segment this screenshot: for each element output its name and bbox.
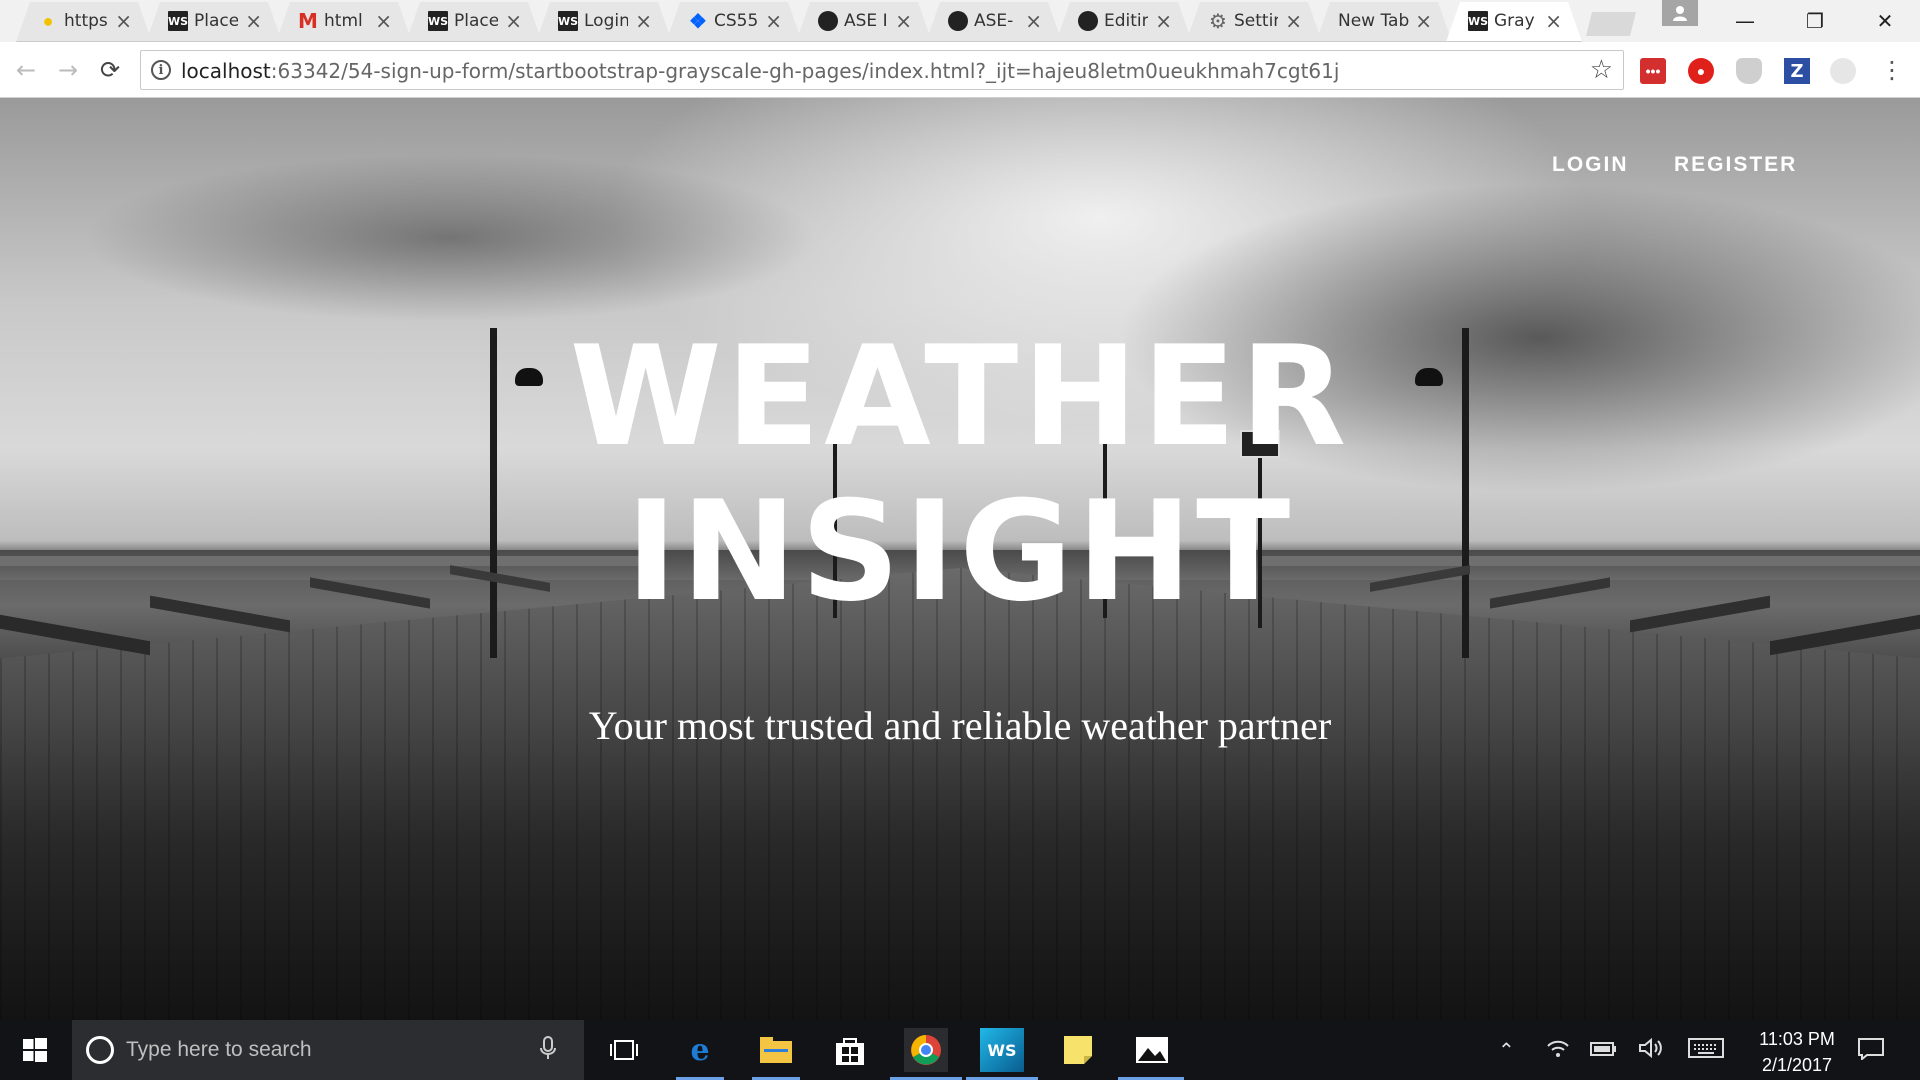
tab-title: New Tab: [1338, 11, 1410, 31]
webstorm-icon: WS: [1468, 11, 1488, 31]
github-icon: [818, 11, 838, 31]
shield-icon[interactable]: [1736, 58, 1762, 84]
tagline: Your most trusted and reliable weather p…: [588, 703, 1332, 748]
close-tab-icon[interactable]: ×: [505, 9, 522, 33]
back-icon[interactable]: ←: [10, 54, 42, 86]
browser-tab-active[interactable]: WS Gray ×: [1446, 0, 1582, 42]
tab-title: ASE I: [844, 11, 888, 31]
tab-title: Place: [194, 11, 238, 31]
browser-tab[interactable]: ❖ CS55 ×: [666, 0, 802, 42]
tab-title: CS55: [714, 11, 758, 31]
register-link[interactable]: REGISTER: [1674, 153, 1797, 177]
close-tab-icon[interactable]: ×: [765, 9, 782, 33]
action-center-icon[interactable]: [1858, 1038, 1884, 1065]
url-text[interactable]: localhost:63342/54-sign-up-form/startboo…: [181, 59, 1339, 83]
battery-icon[interactable]: [1590, 1038, 1618, 1062]
clock-date: 2/1/2017: [1761, 1055, 1833, 1075]
login-link[interactable]: LOGIN: [1552, 153, 1629, 177]
brand-heading-line1: WEATHER: [569, 316, 1351, 477]
browser-tab[interactable]: ⚙ Settin ×: [1186, 0, 1322, 42]
minimize-icon[interactable]: —: [1710, 0, 1780, 42]
github-icon: [948, 11, 968, 31]
taskbar-search-box[interactable]: Type here to search: [72, 1020, 584, 1080]
close-tab-icon[interactable]: ×: [1415, 9, 1432, 33]
close-window-icon[interactable]: ✕: [1850, 0, 1920, 42]
brand-heading-line2: INSIGHT: [625, 471, 1295, 632]
adblock-icon[interactable]: ●: [1688, 58, 1714, 84]
microphone-icon[interactable]: [540, 1036, 556, 1066]
hero-section: LOGIN REGISTER WEATHER INSIGHT Your most…: [0, 98, 1920, 1020]
close-tab-icon[interactable]: ×: [1155, 9, 1172, 33]
close-tab-icon[interactable]: ×: [895, 9, 912, 33]
profile-icon[interactable]: [1662, 0, 1698, 26]
gmail-icon: M: [298, 9, 318, 33]
lastpass-icon[interactable]: •••: [1640, 58, 1666, 84]
close-tab-icon[interactable]: ×: [245, 9, 262, 33]
clock-time: 11:03 PM: [1759, 1029, 1835, 1049]
tab-title: Login: [584, 11, 628, 31]
restore-icon[interactable]: ❐: [1780, 0, 1850, 42]
webstorm-icon: WS: [428, 11, 448, 31]
close-tab-icon[interactable]: ×: [1285, 9, 1302, 33]
windows-start-icon[interactable]: [0, 1020, 70, 1080]
bookmark-star-icon[interactable]: ☆: [1590, 55, 1613, 85]
reload-icon[interactable]: ⟳: [94, 54, 126, 86]
browser-tab[interactable]: New Tab ×: [1316, 0, 1452, 42]
gear-icon: ⚙: [1209, 9, 1227, 33]
browser-tab[interactable]: M html ×: [276, 0, 412, 42]
browser-tab[interactable]: Editin ×: [1056, 0, 1192, 42]
wifi-icon[interactable]: [1546, 1038, 1570, 1063]
address-bar[interactable]: i localhost:63342/54-sign-up-form/startb…: [140, 50, 1624, 90]
tab-title: Settin: [1234, 11, 1278, 31]
store-icon[interactable]: [828, 1028, 872, 1072]
sticky-notes-icon[interactable]: [1056, 1028, 1100, 1072]
close-tab-icon[interactable]: ×: [115, 9, 132, 33]
system-clock[interactable]: 11:03 PM 2/1/2017: [1742, 1026, 1852, 1078]
new-tab-button[interactable]: [1586, 12, 1636, 36]
browser-tab[interactable]: ASE- ×: [926, 0, 1062, 42]
close-tab-icon[interactable]: ×: [1025, 9, 1042, 33]
tab-title: ASE-: [974, 11, 1014, 31]
tab-title: html: [324, 11, 363, 31]
zotero-icon[interactable]: Z: [1784, 58, 1810, 84]
chrome-icon[interactable]: [904, 1028, 948, 1072]
task-view-icon[interactable]: [602, 1028, 646, 1072]
browser-toolbar: ← → ⟳ i localhost:63342/54-sign-up-form/…: [0, 42, 1920, 98]
bulb-icon: ●: [42, 10, 54, 31]
tab-title: https: [64, 11, 108, 31]
close-tab-icon[interactable]: ×: [375, 9, 392, 33]
close-tab-icon[interactable]: ×: [635, 9, 652, 33]
file-explorer-icon[interactable]: [754, 1028, 798, 1072]
edge-icon[interactable]: e: [678, 1028, 722, 1072]
taskbar: Type here to search e WS ⌃ 11:03 PM 2/1/…: [0, 1020, 1920, 1080]
browser-tab[interactable]: WS Place ×: [406, 0, 542, 42]
tab-title: Gray: [1494, 11, 1535, 31]
webstorm-icon: WS: [558, 11, 578, 31]
extension-icon[interactable]: [1830, 58, 1856, 84]
photos-icon[interactable]: [1130, 1028, 1174, 1072]
menu-icon[interactable]: ⋮: [1876, 54, 1908, 86]
info-icon[interactable]: i: [151, 60, 171, 80]
webstorm-icon[interactable]: WS: [980, 1028, 1024, 1072]
browser-tab[interactable]: ● https ×: [16, 0, 152, 42]
browser-tab[interactable]: WS Place ×: [146, 0, 282, 42]
keyboard-icon[interactable]: [1688, 1038, 1724, 1063]
dropbox-icon: ❖: [689, 10, 707, 33]
chevron-up-icon[interactable]: ⌃: [1498, 1038, 1515, 1062]
browser-tab[interactable]: WS Login ×: [536, 0, 672, 42]
browser-tab[interactable]: ASE I ×: [796, 0, 932, 42]
volume-icon[interactable]: [1638, 1037, 1664, 1063]
tab-title: Editin: [1104, 11, 1148, 31]
forward-icon[interactable]: →: [52, 54, 84, 86]
tab-title: Place: [454, 11, 498, 31]
close-tab-icon[interactable]: ×: [1545, 9, 1562, 33]
github-icon: [1078, 11, 1098, 31]
webstorm-icon: WS: [168, 11, 188, 31]
tab-strip: ● https × WS Place × M html × WS Place ×…: [0, 0, 1920, 42]
search-placeholder: Type here to search: [126, 1038, 312, 1061]
cortana-icon: [86, 1036, 114, 1064]
